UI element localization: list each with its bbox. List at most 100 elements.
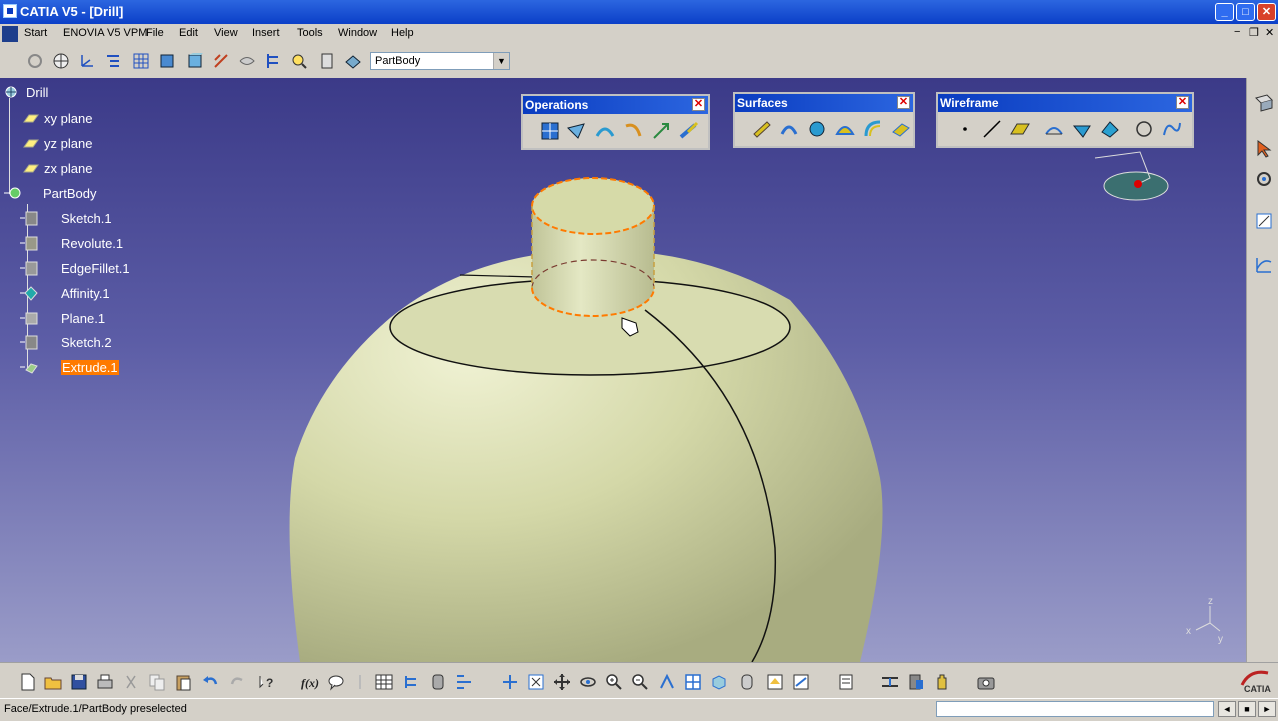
menu-tools[interactable]: Tools bbox=[297, 27, 323, 39]
surfaces-close-button[interactable]: ✕ bbox=[897, 96, 910, 109]
swap-visible-icon[interactable] bbox=[791, 672, 811, 692]
operations-close-button[interactable]: ✕ bbox=[692, 98, 705, 111]
tools-icon[interactable] bbox=[1253, 168, 1275, 190]
spline-icon[interactable] bbox=[1161, 118, 1183, 140]
3d-viewport[interactable]: z x y Drill xy plane yz plane zx plane P… bbox=[0, 78, 1246, 662]
intersection-icon[interactable] bbox=[1071, 118, 1093, 140]
boundary-icon[interactable] bbox=[539, 120, 561, 142]
fly-mode-icon[interactable] bbox=[500, 672, 520, 692]
menu-window[interactable]: Window bbox=[338, 27, 377, 39]
grid-icon[interactable] bbox=[132, 52, 150, 70]
compass-icon[interactable] bbox=[52, 52, 70, 70]
save-icon[interactable] bbox=[69, 672, 89, 692]
new-file-icon[interactable] bbox=[18, 672, 38, 692]
status-prev-button[interactable]: ◄ bbox=[1218, 701, 1236, 717]
search-icon[interactable] bbox=[290, 52, 308, 70]
offset-icon[interactable] bbox=[834, 118, 856, 140]
select-arrow-icon[interactable] bbox=[1253, 138, 1275, 160]
plane-icon[interactable] bbox=[1009, 118, 1031, 140]
extrude-surface-icon[interactable] bbox=[751, 118, 773, 140]
wireframe-title-bar[interactable]: Wireframe ✕ bbox=[938, 94, 1192, 112]
projection-icon[interactable] bbox=[1043, 118, 1065, 140]
surfaces-toolbar[interactable]: Surfaces ✕ bbox=[733, 92, 915, 148]
part-icon[interactable] bbox=[186, 52, 204, 70]
iso-view-icon[interactable] bbox=[709, 672, 729, 692]
menu-start[interactable]: Start bbox=[24, 27, 47, 39]
measure-item-icon[interactable] bbox=[906, 672, 926, 692]
maximize-button[interactable]: □ bbox=[1236, 3, 1255, 21]
circle-icon[interactable] bbox=[1133, 118, 1155, 140]
mdi-close-button[interactable]: ✕ bbox=[1265, 26, 1274, 39]
quick-select-icon[interactable] bbox=[836, 672, 856, 692]
hide-icon[interactable] bbox=[765, 672, 785, 692]
zoom-out-icon[interactable] bbox=[630, 672, 650, 692]
measure-inertia-icon[interactable] bbox=[932, 672, 952, 692]
status-stop-button[interactable]: ■ bbox=[1238, 701, 1256, 717]
parallel-curve-icon[interactable] bbox=[1099, 118, 1121, 140]
operations-toolbar[interactable]: Operations ✕ bbox=[521, 94, 710, 150]
extrapolate-icon[interactable] bbox=[678, 120, 700, 142]
rotate-icon[interactable] bbox=[578, 672, 598, 692]
operations-title-bar[interactable]: Operations ✕ bbox=[523, 96, 708, 114]
mdi-minimize-button[interactable]: − bbox=[1234, 26, 1240, 38]
mdi-restore-button[interactable]: ❐ bbox=[1249, 26, 1259, 39]
minimize-button[interactable]: _ bbox=[1215, 3, 1234, 21]
data-icon[interactable] bbox=[318, 52, 336, 70]
curve-analysis-icon[interactable] bbox=[1253, 254, 1275, 276]
chevron-down-icon[interactable]: ▼ bbox=[493, 53, 509, 69]
command-input[interactable] bbox=[936, 701, 1214, 717]
redo-icon[interactable] bbox=[228, 672, 248, 692]
capture-icon[interactable] bbox=[976, 672, 996, 692]
undo-icon[interactable] bbox=[200, 672, 220, 692]
structure-icon[interactable] bbox=[264, 52, 282, 70]
paste-icon[interactable] bbox=[173, 672, 193, 692]
cylinder-top-edge[interactable] bbox=[531, 177, 655, 235]
table-icon[interactable] bbox=[374, 672, 394, 692]
fit-icon[interactable] bbox=[454, 672, 474, 692]
surfaces-title-bar[interactable]: Surfaces ✕ bbox=[735, 94, 913, 112]
axis-system-icon[interactable] bbox=[78, 52, 96, 70]
revolve-icon[interactable] bbox=[778, 118, 800, 140]
sketch-icon[interactable] bbox=[158, 52, 176, 70]
measure-between-icon[interactable] bbox=[880, 672, 900, 692]
status-next-button[interactable]: ► bbox=[1258, 701, 1276, 717]
line-icon[interactable] bbox=[981, 118, 1003, 140]
copy-icon[interactable] bbox=[147, 672, 167, 692]
multi-view-icon[interactable] bbox=[683, 672, 703, 692]
pan-icon[interactable] bbox=[552, 672, 572, 692]
catalog-icon[interactable] bbox=[428, 672, 448, 692]
measure-icon[interactable] bbox=[212, 52, 230, 70]
fit-all-icon[interactable] bbox=[526, 672, 546, 692]
zoom-in-icon[interactable] bbox=[604, 672, 624, 692]
cut-icon[interactable] bbox=[121, 672, 141, 692]
menu-insert[interactable]: Insert bbox=[252, 27, 280, 39]
shading-icon[interactable] bbox=[737, 672, 757, 692]
update-icon[interactable] bbox=[26, 52, 44, 70]
sketcher-icon[interactable] bbox=[1253, 210, 1275, 232]
trim-icon[interactable] bbox=[594, 120, 616, 142]
menu-enovia[interactable]: ENOVIA V5 VPM bbox=[63, 27, 147, 39]
sphere-icon[interactable] bbox=[806, 118, 828, 140]
tree-expand-icon[interactable] bbox=[104, 52, 122, 70]
help-icon[interactable]: ? bbox=[256, 672, 276, 692]
wireframe-toolbar[interactable]: Wireframe ✕ bbox=[936, 92, 1194, 148]
document-icon[interactable] bbox=[2, 26, 18, 42]
translate-icon[interactable] bbox=[650, 120, 672, 142]
part-design-icon[interactable] bbox=[1253, 92, 1275, 114]
menu-view[interactable]: View bbox=[214, 27, 238, 39]
workbench-combo[interactable]: PartBody ▼ bbox=[370, 52, 510, 70]
close-button[interactable]: ✕ bbox=[1257, 3, 1276, 21]
fill-icon[interactable] bbox=[890, 118, 912, 140]
split-icon[interactable] bbox=[566, 120, 588, 142]
extract-icon[interactable] bbox=[622, 120, 644, 142]
menu-help[interactable]: Help bbox=[391, 27, 414, 39]
wireframe-close-button[interactable]: ✕ bbox=[1176, 96, 1189, 109]
workbench-icon[interactable] bbox=[344, 52, 362, 70]
sweep-icon[interactable] bbox=[862, 118, 884, 140]
menu-edit[interactable]: Edit bbox=[179, 27, 198, 39]
open-folder-icon[interactable] bbox=[43, 672, 63, 692]
knowledge-icon[interactable] bbox=[350, 672, 370, 692]
point-icon[interactable] bbox=[954, 118, 976, 140]
normal-view-icon[interactable] bbox=[657, 672, 677, 692]
print-icon[interactable] bbox=[95, 672, 115, 692]
